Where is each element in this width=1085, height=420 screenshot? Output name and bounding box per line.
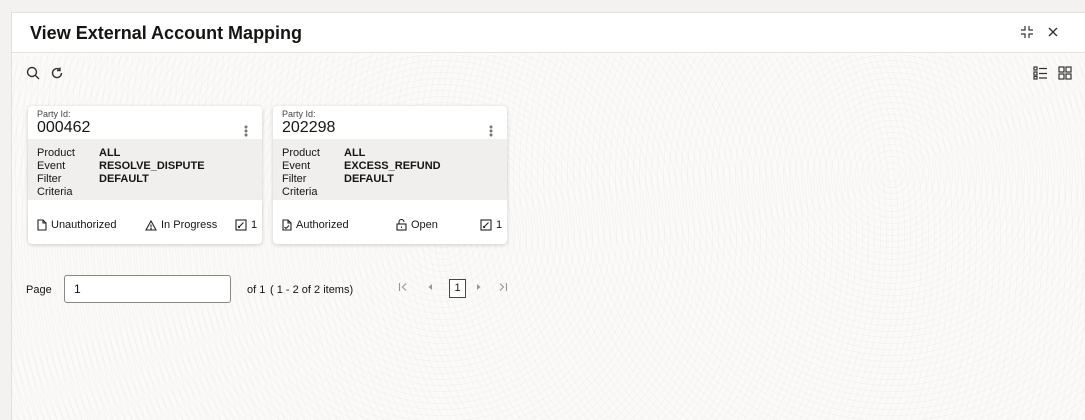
view-external-account-mapping-window: View External Account Mapping Party Id: … [11, 12, 1085, 420]
card-footer: Unauthorized In Progress 1 [28, 200, 262, 244]
modification-count: 1 [480, 219, 502, 231]
detail-row-event: Event EXCESS_REFUND [282, 160, 498, 173]
modification-count-value: 1 [251, 219, 258, 231]
edit-icon [480, 219, 492, 231]
authorization-status-label: Authorized [296, 219, 349, 231]
next-page-icon[interactable] [475, 282, 483, 295]
detail-key: Event [37, 160, 66, 172]
more-options-icon[interactable] [242, 124, 250, 137]
authorization-status-label: Unauthorized [51, 219, 117, 231]
detail-value: ALL [99, 147, 121, 159]
authorization-status: Unauthorized [37, 219, 116, 231]
list-view-icon[interactable] [1031, 64, 1049, 82]
lock-status-label: In Progress [161, 219, 218, 231]
lock-status: Open [396, 219, 438, 231]
detail-row-filter-criteria: Filter Criteria DEFAULT [37, 173, 253, 199]
party-id-value: 202298 [282, 119, 336, 136]
mapping-card[interactable]: Party Id: 202298 Product ALL Event EXCES… [273, 106, 507, 244]
grid-view-icon[interactable] [1056, 64, 1074, 82]
detail-value: DEFAULT [99, 173, 149, 185]
detail-row-product: Product ALL [282, 147, 498, 160]
lock-status: In Progress [145, 219, 217, 231]
document-check-icon [282, 219, 292, 231]
modification-count: 1 [235, 219, 257, 231]
detail-key: Filter Criteria [37, 173, 73, 198]
pagination-bar: Page of 1 ( 1 - 2 of 2 items) 1 [12, 275, 572, 305]
modification-count-value: 1 [496, 219, 503, 231]
mapping-card[interactable]: Party Id: 000462 Product ALL Event RESOL… [28, 106, 262, 244]
edit-icon [235, 219, 247, 231]
detail-key: Filter Criteria [282, 173, 318, 198]
close-icon[interactable] [1044, 23, 1062, 41]
detail-key: Product [282, 147, 320, 159]
card-details: Product ALL Event EXCESS_REFUND Filter C… [273, 139, 507, 200]
current-page-button[interactable]: 1 [449, 279, 466, 298]
title-bar: View External Account Mapping [12, 13, 1085, 53]
detail-row-event: Event RESOLVE_DISPUTE [37, 160, 253, 173]
refresh-icon[interactable] [48, 64, 66, 82]
lock-status-label: Open [411, 219, 438, 231]
detail-row-filter-criteria: Filter Criteria DEFAULT [282, 173, 498, 199]
detail-value: ALL [344, 147, 366, 159]
search-icon[interactable] [24, 64, 42, 82]
card-details: Product ALL Event RESOLVE_DISPUTE Filter… [28, 139, 262, 200]
last-page-icon[interactable] [498, 282, 508, 295]
unlock-icon [396, 219, 407, 231]
card-header: Party Id: 202298 [273, 106, 507, 139]
party-id-label: Party Id: [37, 109, 71, 119]
document-icon [37, 219, 47, 231]
card-header: Party Id: 000462 [28, 106, 262, 139]
item-range-label: ( 1 - 2 of 2 items) [270, 284, 354, 296]
party-id-value: 000462 [37, 119, 91, 136]
minimize-icon[interactable] [1018, 23, 1036, 41]
previous-page-icon[interactable] [426, 282, 434, 295]
page-count-label: of 1 [247, 284, 266, 296]
detail-value: EXCESS_REFUND [344, 160, 441, 172]
first-page-icon[interactable] [398, 282, 408, 295]
detail-key: Product [37, 147, 75, 159]
page-label: Page [26, 284, 52, 296]
card-footer: Authorized Open 1 [273, 200, 507, 244]
page-title: View External Account Mapping [30, 23, 303, 43]
party-id-label: Party Id: [282, 109, 316, 119]
detail-key: Event [282, 160, 311, 172]
more-options-icon[interactable] [487, 124, 495, 137]
detail-value: RESOLVE_DISPUTE [99, 160, 205, 172]
warning-icon [145, 219, 157, 231]
detail-value: DEFAULT [344, 173, 394, 185]
authorization-status: Authorized [282, 219, 349, 231]
page-input[interactable] [64, 275, 231, 303]
detail-row-product: Product ALL [37, 147, 253, 160]
